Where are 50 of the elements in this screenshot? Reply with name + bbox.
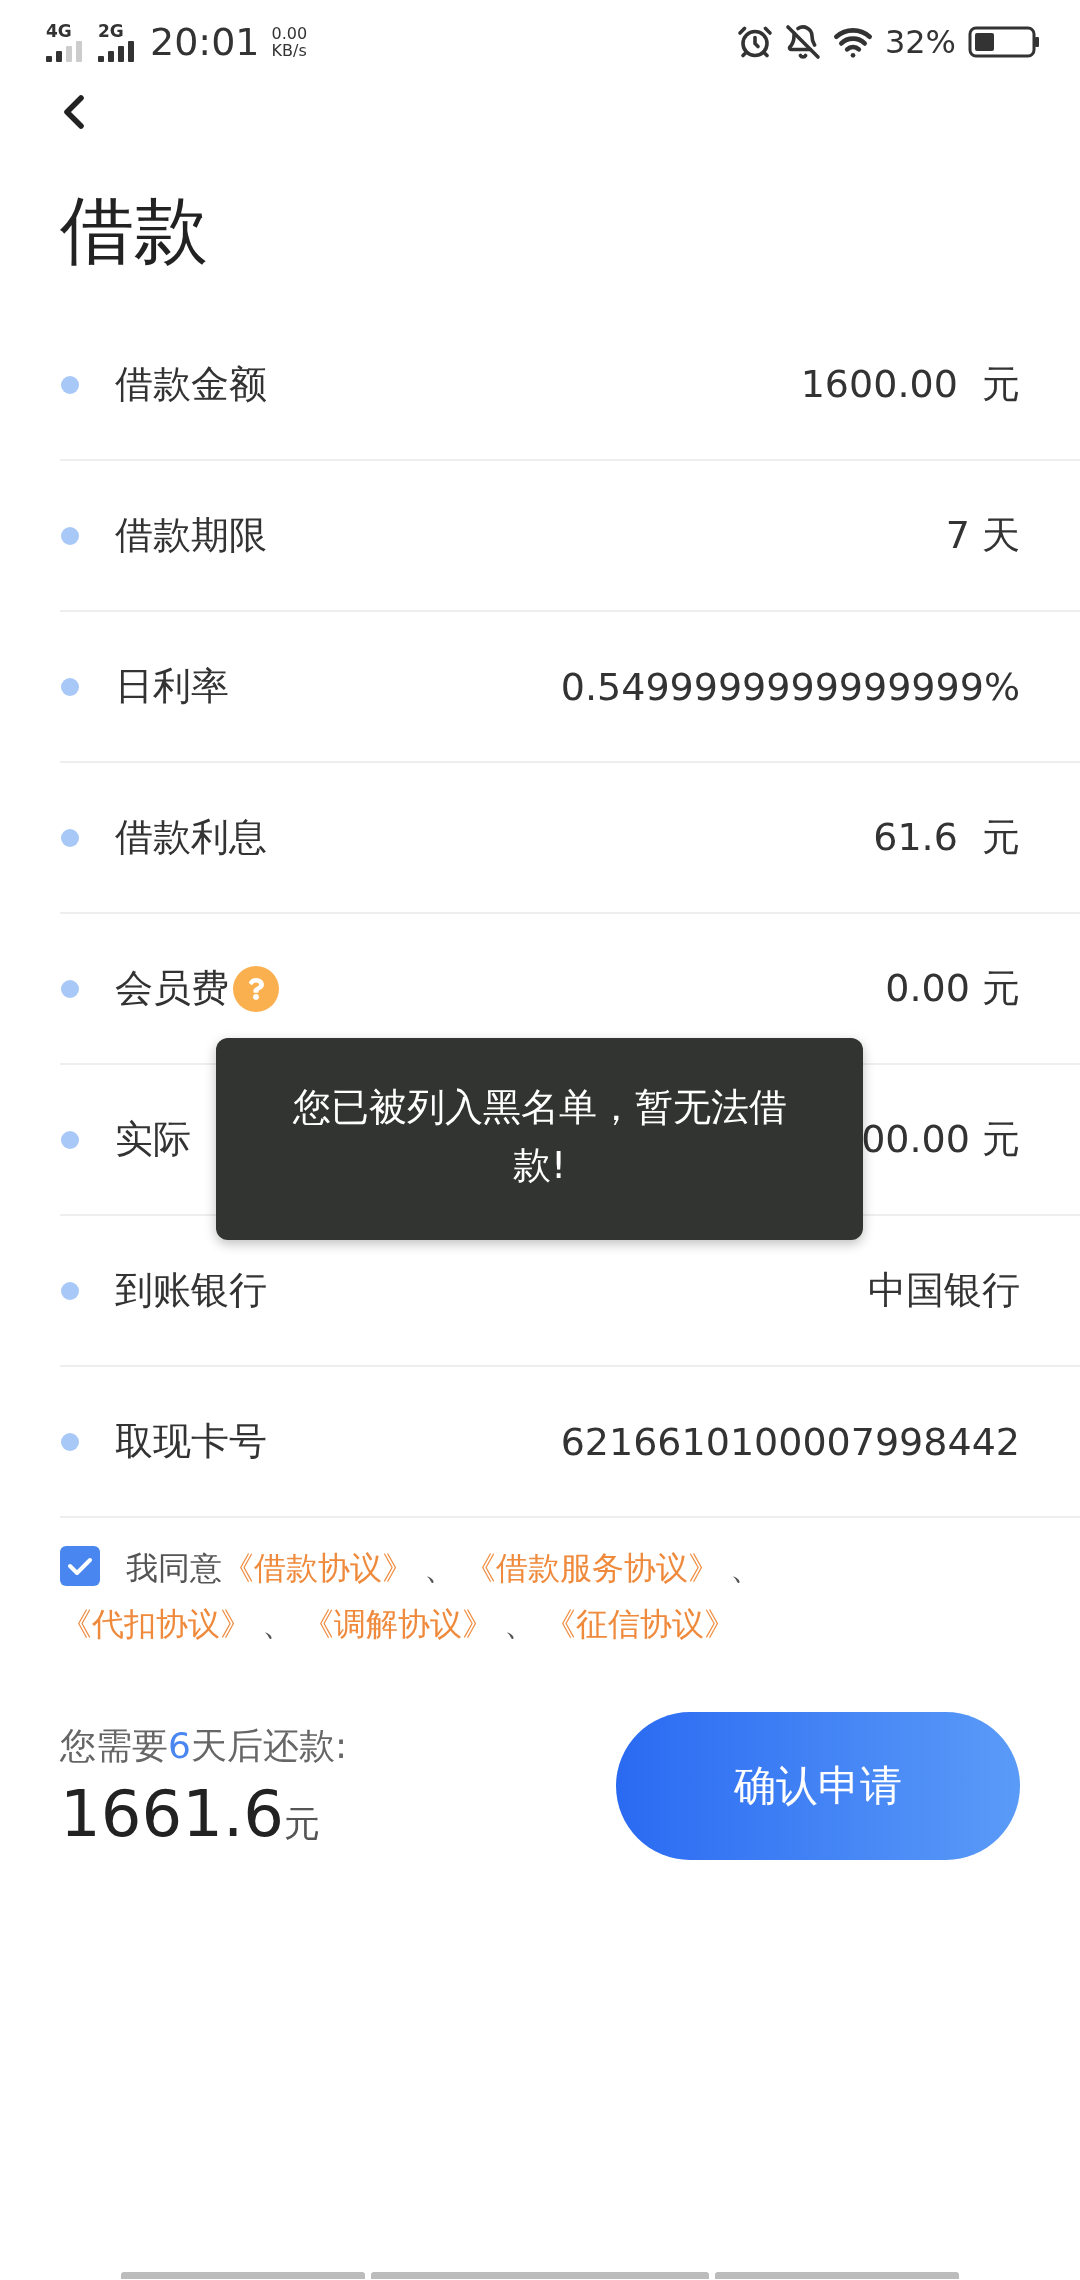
bullet-icon: [61, 1432, 79, 1451]
gesture-bar[interactable]: [371, 2272, 709, 2279]
clock: 20:01: [150, 20, 260, 64]
battery-icon: [968, 26, 1040, 58]
row-value: 00.00 元: [861, 1116, 1020, 1163]
network-label: 4G: [46, 22, 72, 40]
bullet-icon: [61, 1130, 79, 1149]
row-value: 中国银行: [868, 1267, 1020, 1314]
network-label: 2G: [98, 22, 124, 40]
row-value: 6216610100007998442: [560, 1419, 1020, 1464]
speed-unit: KB/s: [271, 42, 308, 59]
alarm-icon: [736, 24, 773, 60]
row-value: 61.6 元: [873, 814, 1020, 861]
repay-text: 您需要6天后还款:: [60, 1723, 348, 1768]
agree-checkbox[interactable]: [60, 1546, 100, 1586]
bullet-icon: [61, 828, 79, 847]
row-label: 会员费: [115, 965, 229, 1012]
row-label: 日利率: [115, 663, 229, 710]
bullet-icon: [61, 526, 79, 545]
bullet-icon: [61, 677, 79, 696]
help-icon[interactable]: [233, 965, 279, 1012]
repay-amount: 1661.6: [60, 1776, 284, 1851]
agreement-link[interactable]: 《调解协议》: [302, 1605, 495, 1643]
row-label: 借款利息: [115, 814, 267, 861]
gesture-bar[interactable]: [121, 2272, 365, 2279]
agreement-link[interactable]: 《代扣协议》: [60, 1605, 252, 1643]
speed-value: 0.00: [271, 25, 308, 42]
agreement-link[interactable]: 《借款协议》: [222, 1549, 414, 1587]
row-label: 借款期限: [115, 512, 267, 559]
bullet-icon: [61, 979, 79, 998]
row-label: 取现卡号: [115, 1418, 267, 1465]
agreement-link[interactable]: 《征信协议》: [544, 1605, 737, 1643]
toast-message: 您已被列入黑名单，暂无法借款!: [216, 1038, 863, 1240]
amount-unit: 元: [283, 1801, 320, 1846]
row-label: 借款金额: [115, 361, 267, 408]
row-value: 0.00 元: [885, 965, 1020, 1012]
gesture-bar[interactable]: [715, 2272, 959, 2279]
agreement-link[interactable]: 《借款服务协议》: [464, 1549, 721, 1587]
bullet-icon: [61, 1281, 79, 1300]
bell-off-icon: [784, 24, 821, 60]
row-label: 到账银行: [115, 1267, 267, 1314]
row-value: 7 天: [945, 512, 1020, 559]
row-value: 0.5499999999999999%: [560, 664, 1020, 709]
row-value: 1600.00 元: [800, 361, 1020, 408]
battery-percent: 32%: [884, 23, 956, 61]
check-icon: [67, 1556, 93, 1576]
page-title: 借款: [60, 186, 209, 275]
bullet-icon: [61, 375, 79, 394]
row-label: 实际: [115, 1116, 191, 1163]
confirm-button[interactable]: 确认申请: [616, 1712, 1020, 1860]
